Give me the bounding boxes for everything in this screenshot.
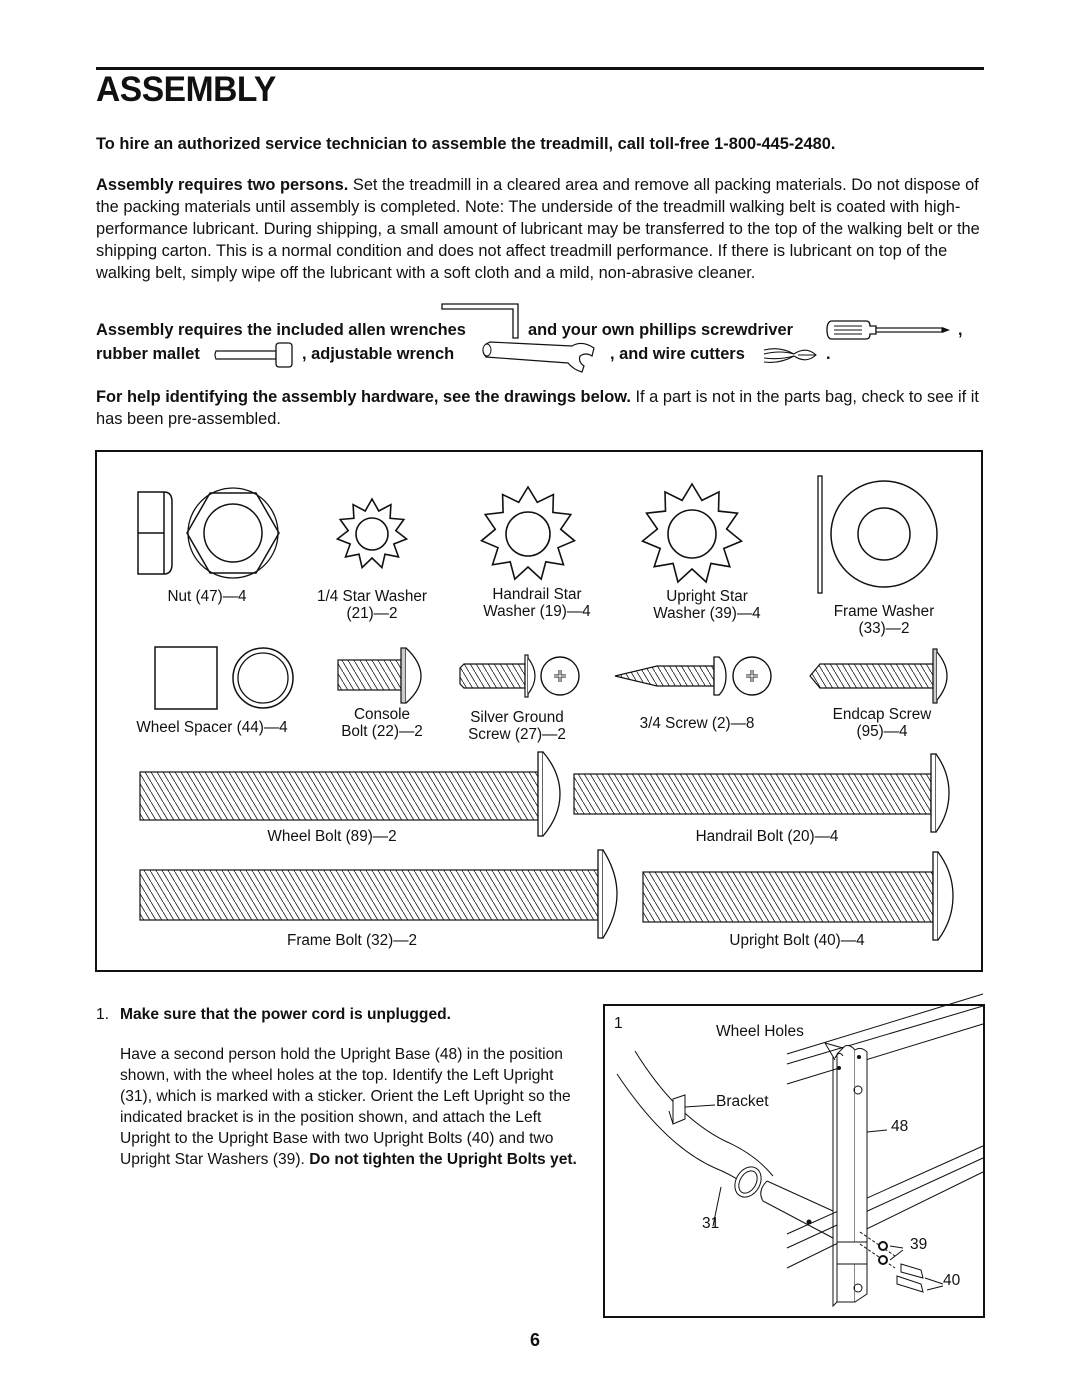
part-label-handrail-bolt: Handrail Bolt (20)—4	[695, 828, 839, 845]
tools-text-mallet: rubber mallet	[96, 345, 200, 363]
upright-assembly-drawing	[616, 993, 984, 1308]
silver-ground-screw-drawing	[459, 654, 580, 698]
tools-text-screwdriver: and your own phillips screwdriver	[528, 321, 794, 339]
hardware-identification-chart: Nut (47)—4 1/4 Star Washer (21)—2 Handrai…	[95, 450, 983, 972]
wheel-spacer-drawing	[154, 646, 294, 710]
allen-wrench-icon	[441, 303, 519, 339]
hardware-help-lead: For help identifying the assembly hardwa…	[96, 388, 631, 406]
callout-upright-base-48: 48	[891, 1118, 909, 1135]
part-label-upright-bolt: Upright Bolt (40)—4	[729, 932, 865, 949]
nut-drawing	[137, 487, 280, 579]
rubber-mallet-icon	[214, 342, 293, 368]
part-label-frame-washer: Frame Washer (33)—2	[833, 603, 935, 637]
step-heading: Make sure that the power cord is unplugg…	[120, 1006, 451, 1023]
screw-3-4-drawing	[614, 656, 772, 696]
page-title: ASSEMBLY	[96, 70, 276, 109]
handrail-bolt-drawing	[573, 753, 950, 833]
frame-bolt-drawing	[139, 849, 618, 939]
callout-left-upright-31: 31	[702, 1215, 720, 1232]
part-label-silver-ground-screw: Silver Ground Screw (27)—2	[468, 709, 566, 743]
part-label-console-bolt: Console Bolt (22)—2	[341, 706, 423, 740]
callout-bracket: Bracket	[716, 1093, 769, 1110]
part-label-upright-star-washer: Upright Star Washer (39)—4	[653, 588, 761, 622]
wheel-bolt-drawing	[139, 751, 561, 837]
figure-step-label: 1	[614, 1015, 623, 1032]
adjustable-wrench-icon	[482, 341, 595, 373]
persons-lead: Assembly requires two persons.	[96, 176, 349, 194]
part-label-wheel-bolt: Wheel Bolt (89)—2	[267, 828, 397, 845]
callout-wheel-holes: Wheel Holes	[716, 1023, 804, 1040]
step-body: Have a second person hold the Upright Ba…	[120, 1044, 580, 1170]
persons-paragraph: Assembly requires two persons. Set the t…	[96, 174, 984, 284]
callout-star-washers-39: 39	[910, 1236, 928, 1253]
frame-washer-drawing	[817, 475, 938, 594]
upright-star-washer-drawing	[640, 482, 744, 584]
star-washer-21-drawing	[335, 497, 409, 570]
endcap-screw-drawing	[809, 648, 948, 704]
page-number: 6	[530, 1330, 541, 1350]
step-instructions: Have a second person hold the Upright Ba…	[120, 1046, 571, 1168]
step-warning: Do not tighten the Upright Bolts yet.	[309, 1151, 577, 1168]
part-label-handrail-star-washer: Handrail Star Washer (19)—4	[483, 586, 591, 620]
step-number: 1.	[96, 1006, 110, 1023]
part-label-nut: Nut (47)—4	[167, 588, 247, 605]
part-label-screw-3-4: 3/4 Screw (2)—8	[639, 715, 755, 732]
hardware-help-paragraph: For help identifying the assembly hardwa…	[96, 386, 984, 430]
step-1-figure: 1 Wheel Holes Bracket 48 31 39 40	[603, 993, 985, 1318]
part-label-endcap-screw: Endcap Screw (95)—4	[832, 706, 932, 740]
wire-cutters-icon	[763, 348, 817, 363]
upright-bolt-drawing	[642, 851, 954, 941]
tools-text-wire-cutters: , and wire cutters	[610, 345, 745, 363]
tools-period: .	[826, 345, 831, 363]
service-call-text: To hire an authorized service technician…	[96, 135, 836, 153]
console-bolt-drawing	[337, 647, 422, 704]
tools-comma: ,	[958, 321, 963, 339]
part-label-frame-bolt: Frame Bolt (32)—2	[286, 932, 418, 949]
tools-text-adjustable-wrench: , adjustable wrench	[302, 345, 455, 363]
part-label-wheel-spacer: Wheel Spacer (44)—4	[136, 719, 288, 736]
phillips-screwdriver-icon	[826, 320, 950, 340]
callout-bolts-40: 40	[943, 1272, 961, 1289]
tools-text-allen: Assembly requires the included allen wre…	[96, 321, 466, 339]
handrail-star-washer-drawing	[479, 485, 577, 581]
tools-list: Assembly requires the included allen wre…	[96, 303, 986, 373]
part-label-star-washer: 1/4 Star Washer (21)—2	[317, 588, 427, 622]
